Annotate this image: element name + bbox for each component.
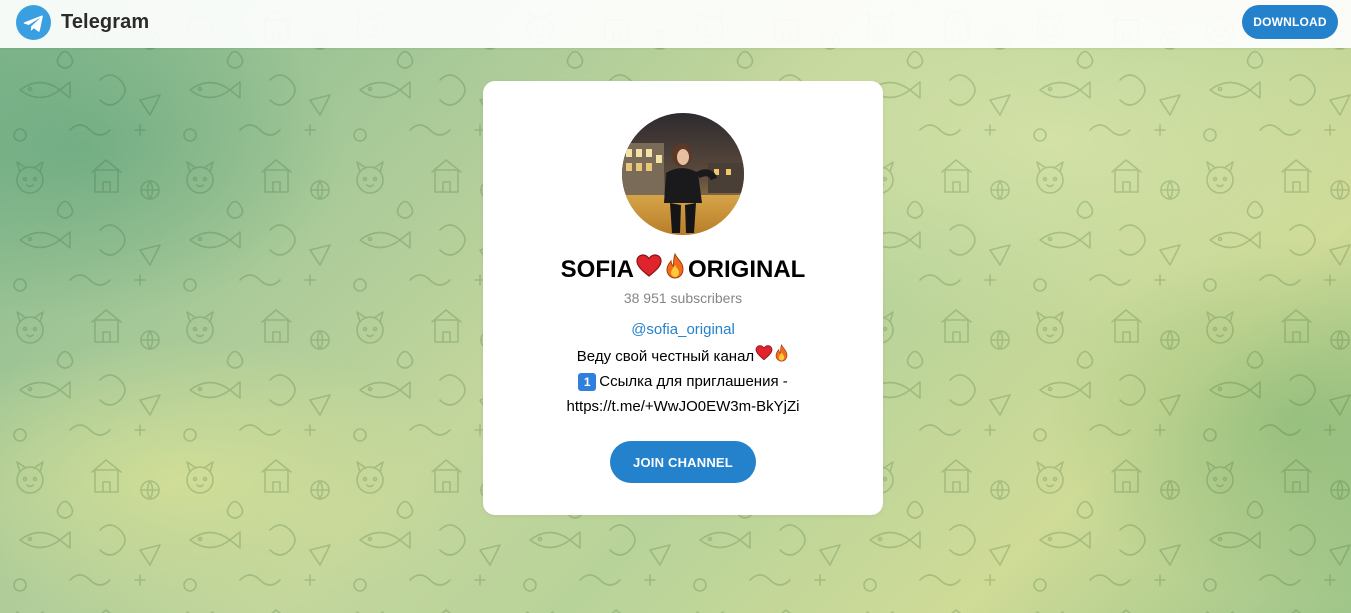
description-text-2: Ссылка для приглашения - (599, 373, 788, 390)
channel-username-link[interactable]: @sofia_original (483, 321, 883, 338)
description-line-2: 1 Ссылка для приглашения - (483, 369, 883, 394)
top-bar: Telegram DOWNLOAD (0, 0, 1351, 48)
fire-emoji-icon (774, 343, 789, 370)
channel-title: SOFIA ORIGINAL (483, 252, 883, 286)
heart-emoji-icon (636, 254, 662, 285)
channel-description: Веду свой честный канал 1 Ссылка для при… (483, 343, 883, 419)
heart-emoji-icon (755, 344, 773, 369)
description-text-1: Веду свой честный канал (576, 348, 755, 365)
channel-avatar (622, 113, 744, 235)
subscriber-count: 38 951 subscribers (623, 290, 743, 306)
download-button[interactable]: DOWNLOAD (1242, 5, 1338, 39)
channel-title-text-1: SOFIA (560, 255, 634, 283)
fire-emoji-icon (664, 252, 686, 286)
channel-title-text-2: ORIGINAL (688, 255, 806, 283)
invite-link-text: https://t.me/+WwJO0EW3m-BkYjZi (566, 398, 800, 415)
keycap-one-emoji-icon: 1 (578, 372, 597, 391)
brand-name[interactable]: Telegram (61, 11, 149, 34)
join-channel-button[interactable]: JOIN CHANNEL (610, 441, 756, 483)
telegram-logo-icon[interactable] (16, 5, 51, 40)
description-line-3: https://t.me/+WwJO0EW3m-BkYjZi (483, 394, 883, 419)
channel-card: SOFIA ORIGINAL 38 951 subscribers @sofia… (483, 81, 883, 515)
description-line-1: Веду свой честный канал (483, 343, 883, 370)
